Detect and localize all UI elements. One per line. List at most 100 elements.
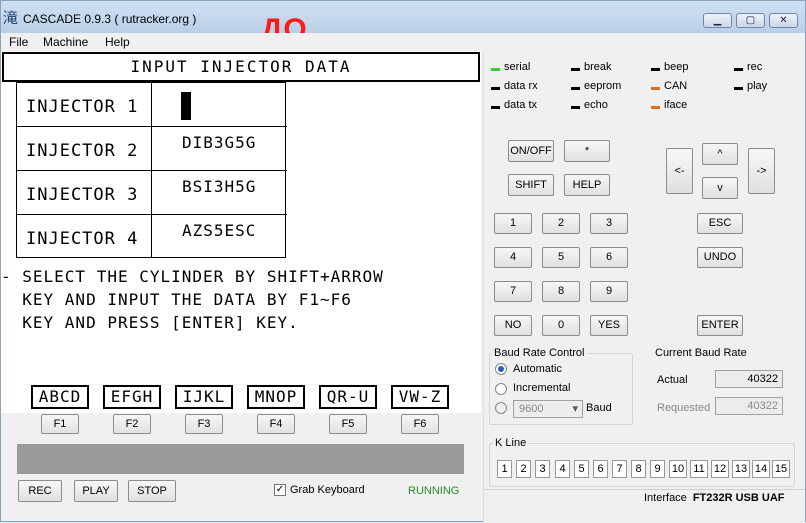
digit-4-button[interactable]: 4 [494, 247, 532, 268]
kline-box[interactable]: 8 [631, 460, 646, 478]
undo-button[interactable]: UNDO [697, 247, 743, 268]
digit-9-button[interactable]: 9 [590, 281, 628, 302]
injector-value[interactable]: DIB3G5G [152, 127, 286, 170]
no-button[interactable]: NO [494, 315, 532, 336]
kline-title: K Line [493, 437, 529, 449]
fkey-label: MNOP [247, 385, 305, 409]
grab-keyboard-label: Grab Keyboard [290, 484, 365, 496]
shift-button[interactable]: SHIFT [508, 174, 554, 196]
led-label: eeprom [584, 80, 622, 92]
kline-box[interactable]: 2 [516, 460, 531, 478]
digit-5-button[interactable]: 5 [542, 247, 580, 268]
menu-machine[interactable]: Machine [43, 35, 88, 49]
close-button[interactable]: ✕ [769, 13, 798, 28]
kline-box[interactable]: 13 [732, 460, 750, 478]
star-button[interactable]: * [564, 140, 610, 162]
kline-box[interactable]: 3 [535, 460, 550, 478]
fkey-label: EFGH [103, 385, 161, 409]
kline-box[interactable]: 12 [711, 460, 729, 478]
injector-label: INJECTOR 4 [17, 215, 152, 258]
down-arrow-button[interactable]: v [702, 177, 738, 199]
stop-button[interactable]: STOP [128, 480, 176, 502]
kline-box[interactable]: 4 [555, 460, 570, 478]
play-button[interactable]: PLAY [74, 480, 118, 502]
injector-label: INJECTOR 2 [17, 127, 152, 170]
f3-button[interactable]: F3 [185, 414, 223, 434]
kline-box[interactable]: 9 [650, 460, 665, 478]
led-break-indicator [571, 68, 580, 71]
status-bar: Interface FT232R USB UAF [644, 492, 785, 504]
up-arrow-button[interactable]: ^ [702, 143, 738, 165]
terminal-screen[interactable]: INPUT INJECTOR DATA INJECTOR 1 BRTPMSL I… [1, 51, 481, 413]
actual-baud-field: 40322 [715, 370, 783, 388]
kline-box[interactable]: 6 [593, 460, 608, 478]
automatic-radio[interactable] [495, 363, 507, 375]
kline-box[interactable]: 14 [752, 460, 770, 478]
incremental-radio[interactable] [495, 383, 507, 395]
f2-button[interactable]: F2 [113, 414, 151, 434]
led-eeprom-indicator [571, 87, 580, 90]
enter-button[interactable]: ENTER [697, 315, 743, 336]
status-divider [483, 489, 805, 490]
injector-value[interactable]: AZS5ESC [152, 215, 286, 258]
yes-button[interactable]: YES [590, 315, 628, 336]
rec-button[interactable]: REC [18, 480, 62, 502]
kline-box[interactable]: 10 [669, 460, 687, 478]
menu-help[interactable]: Help [105, 35, 130, 49]
fkey-label: VW-Z [391, 385, 449, 409]
injector-value[interactable]: BSI3H5G [152, 171, 286, 214]
digit-0-button[interactable]: 0 [542, 315, 580, 336]
f6-button[interactable]: F6 [401, 414, 439, 434]
led-label: data rx [504, 80, 538, 92]
baud-select-value: 9600 [519, 403, 544, 415]
digit-7-button[interactable]: 7 [494, 281, 532, 302]
window-title: CASCADE 0.9.3 ( rutracker.org ) [23, 12, 197, 26]
digit-6-button[interactable]: 6 [590, 247, 628, 268]
f4-button[interactable]: F4 [257, 414, 295, 434]
table-row: INJECTOR 4 AZS5ESC [17, 215, 287, 259]
digit-1-button[interactable]: 1 [494, 213, 532, 234]
f1-button[interactable]: F1 [41, 414, 79, 434]
minimize-button[interactable]: ▁ [703, 13, 732, 28]
digit-3-button[interactable]: 3 [590, 213, 628, 234]
digit-2-button[interactable]: 2 [542, 213, 580, 234]
baud-unit-label: Baud [586, 402, 612, 414]
led-iface-indicator [651, 106, 660, 109]
baud-rate-title: Baud Rate Control [492, 347, 587, 359]
left-arrow-button[interactable]: <- [666, 148, 693, 194]
kline-box[interactable]: 7 [612, 460, 627, 478]
kline-box[interactable]: 5 [574, 460, 589, 478]
table-row: INJECTOR 1 BRTPMSL [17, 83, 287, 127]
menu-file[interactable]: File [9, 35, 28, 49]
injector-label: INJECTOR 3 [17, 171, 152, 214]
esc-button[interactable]: ESC [697, 213, 743, 234]
baud-select[interactable]: 9600 ▾ [513, 400, 583, 418]
led-echo-indicator [571, 106, 580, 109]
grab-keyboard-checkbox[interactable]: ✓ [274, 484, 286, 496]
help-button[interactable]: HELP [564, 174, 610, 196]
led-label: CAN [664, 80, 688, 92]
app-window: 滝 CASCADE 0.9.3 ( rutracker.org ) ДО ▁ ▢… [0, 0, 806, 523]
led-label: rec [747, 61, 763, 73]
title-bar: 滝 CASCADE 0.9.3 ( rutracker.org ) ДО ▁ ▢… [1, 1, 805, 46]
led-play-indicator [734, 87, 743, 90]
led-data-tx-indicator [491, 106, 500, 109]
led-label: play [747, 80, 768, 92]
automatic-label: Automatic [513, 363, 562, 375]
kline-box[interactable]: 15 [772, 460, 790, 478]
lcd-display [17, 444, 464, 474]
f5-button[interactable]: F5 [329, 414, 367, 434]
manual-radio[interactable] [495, 402, 507, 414]
current-baud-title: Current Baud Rate [655, 347, 747, 359]
interface-label: Interface [644, 492, 687, 504]
maximize-button[interactable]: ▢ [736, 13, 765, 28]
right-arrow-button[interactable]: -> [748, 148, 775, 194]
injector-value[interactable]: BRTPMSL [152, 83, 286, 126]
led-data-rx-indicator [491, 87, 500, 90]
digit-8-button[interactable]: 8 [542, 281, 580, 302]
led-label: iface [664, 99, 688, 111]
onoff-button[interactable]: ON/OFF [508, 140, 554, 162]
kline-box[interactable]: 11 [690, 460, 708, 478]
fkey-label: ABCD [31, 385, 89, 409]
kline-box[interactable]: 1 [497, 460, 512, 478]
